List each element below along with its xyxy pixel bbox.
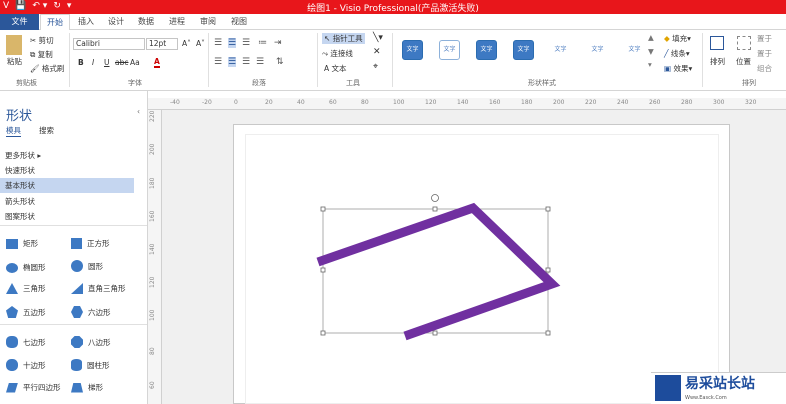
rotate-handle-icon[interactable] xyxy=(431,194,439,202)
resize-handle[interactable] xyxy=(320,267,326,273)
resize-handle[interactable] xyxy=(545,330,551,336)
resize-handle[interactable] xyxy=(432,206,438,212)
watermark-logo-icon xyxy=(655,375,681,401)
watermark-subtitle: Www.Easck.Com xyxy=(685,395,727,401)
selected-shape-layer xyxy=(316,194,561,341)
resize-handle[interactable] xyxy=(545,206,551,212)
selection-box xyxy=(322,208,549,334)
resize-handle[interactable] xyxy=(320,330,326,336)
resize-handle[interactable] xyxy=(320,206,326,212)
resize-handle[interactable] xyxy=(432,330,438,336)
polyline-shape[interactable] xyxy=(316,202,561,341)
watermark-title: 易采站长站 xyxy=(685,376,755,392)
resize-handle[interactable] xyxy=(545,267,551,273)
watermark: 易采站长站 Www.Easck.Com xyxy=(651,372,786,404)
